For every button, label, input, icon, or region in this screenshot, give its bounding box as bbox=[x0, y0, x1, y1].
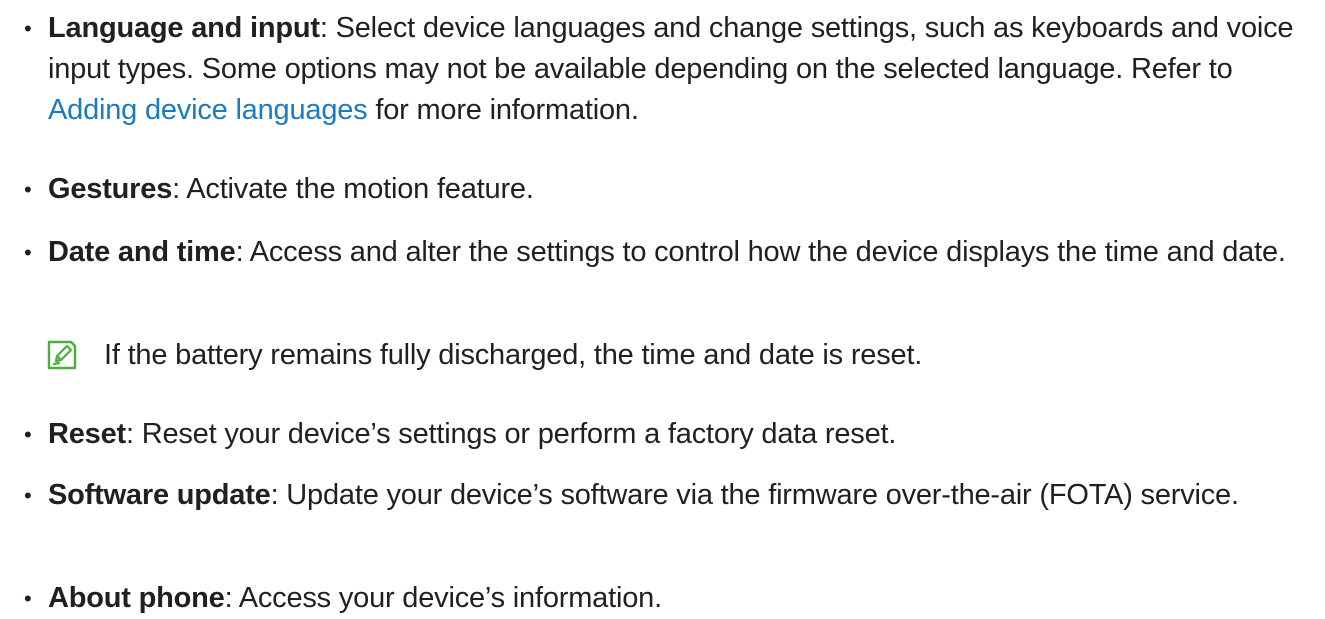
item-term: Gestures bbox=[48, 173, 173, 205]
item-term: About phone bbox=[48, 582, 225, 614]
item-term: Language and input bbox=[48, 12, 320, 44]
list-item-software-update: • Software update: Update your device’s … bbox=[0, 475, 1325, 516]
list-item-reset: • Reset: Reset your device’s settings or… bbox=[0, 414, 1325, 455]
bullet-icon: • bbox=[24, 240, 32, 265]
item-term: Date and time bbox=[48, 236, 236, 268]
date-time-note: If the battery remains fully discharged,… bbox=[0, 335, 1304, 376]
item-description: : Access your device’s information. bbox=[224, 582, 663, 614]
item-description: : Reset your device’s settings or perfor… bbox=[126, 418, 897, 450]
item-description: : Access and alter the settings to contr… bbox=[235, 236, 1286, 268]
list-item-gestures: • Gestures: Activate the motion feature. bbox=[0, 169, 1325, 210]
note-text: If the battery remains fully discharged,… bbox=[104, 339, 923, 371]
item-term: Software update bbox=[48, 479, 271, 511]
item-term: Reset bbox=[48, 418, 126, 450]
item-description-end: for more information. bbox=[367, 94, 639, 126]
adding-device-languages-link[interactable]: Adding device languages bbox=[48, 94, 368, 126]
bullet-icon: • bbox=[24, 483, 32, 508]
bullet-icon: • bbox=[24, 177, 32, 202]
bullet-icon: • bbox=[24, 16, 32, 41]
bullet-icon: • bbox=[24, 422, 32, 447]
pencil-note-icon bbox=[47, 340, 77, 370]
item-description: : Activate the motion feature. bbox=[172, 173, 534, 205]
list-item-language-and-input: • Language and input: Select device lang… bbox=[0, 8, 1325, 131]
item-description: : Update your device’s software via the … bbox=[270, 479, 1239, 511]
list-item-date-and-time: • Date and time: Access and alter the se… bbox=[0, 232, 1325, 273]
